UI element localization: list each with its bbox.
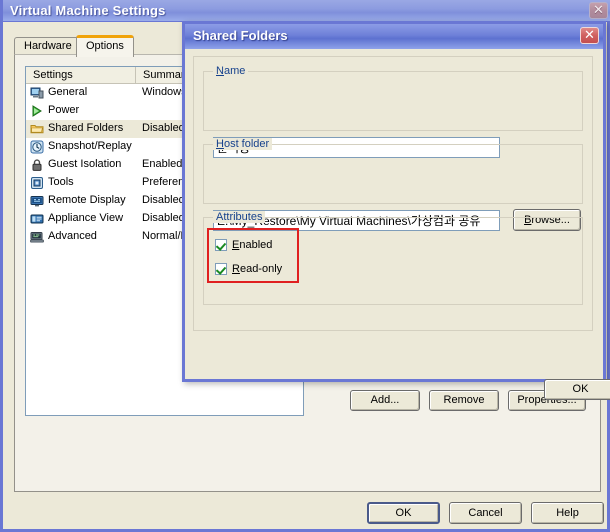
clock-icon [30,140,44,154]
list-item-label: General [48,86,88,98]
add-button[interactable]: Add... [350,390,420,411]
list-item-label: Advanced [48,230,97,242]
close-icon[interactable]: ✕ [589,2,608,19]
enabled-checkbox[interactable] [215,239,227,251]
dialog-body: Name 분석용 Host folder E:\My_Restore\My Vi… [185,49,603,379]
name-group: Name [203,65,583,131]
list-item-summary: Disabled [142,212,185,224]
list-item-summary: Disabled [142,122,185,134]
monitor-icon [30,194,44,208]
list-item-summary: Disabled [142,194,185,206]
readonly-checkbox-label: Read-only [232,263,283,275]
list-item-summary: Enabled, [142,158,186,170]
advanced-icon [30,230,44,244]
list-item-label: Appliance View [48,212,124,224]
list-item-label: Snapshot/Replay [48,140,132,152]
host-folder-group: Host folder [203,138,583,204]
appliance-icon [30,212,44,226]
enabled-checkbox-label: Enabled [232,239,273,251]
column-header-settings[interactable]: Settings [26,67,136,83]
main-window-title: Virtual Machine Settings [10,3,166,18]
dialog-ok-button[interactable]: OK [544,379,610,400]
list-item-label: Tools [48,176,74,188]
dialog-titlebar: Shared Folders ✕ [185,24,603,49]
main-cancel-button[interactable]: Cancel [449,502,522,524]
host-folder-group-legend: Host folder [213,138,273,150]
list-item-label: Shared Folders [48,122,124,134]
computer-icon [30,86,44,100]
list-item-label: Remote Display [48,194,126,206]
list-item-summary: Preferen [142,176,185,188]
main-window-titlebar: Virtual Machine Settings ✕ [3,0,610,22]
main-ok-button[interactable]: OK [367,502,440,524]
readonly-checkbox-row[interactable]: Read-only [215,263,282,275]
attributes-group: Attributes [203,211,583,305]
shared-folders-dialog: Shared Folders ✕ Name 분석용 Host folder E:… [182,21,610,400]
readonly-checkbox[interactable] [215,263,227,275]
name-group-legend: Name [213,65,249,77]
play-icon [30,104,44,118]
attributes-group-legend: Attributes [213,211,266,223]
folder-icon [30,122,44,136]
list-item-label: Power [48,104,80,116]
remove-button[interactable]: Remove [429,390,499,411]
lock-icon [30,158,44,172]
tools-icon [30,176,44,190]
tab-options[interactable]: Options [76,35,134,57]
enabled-checkbox-row[interactable]: Enabled [215,239,272,251]
list-item-label: Guest Isolation [48,158,122,170]
dialog-title: Shared Folders [193,28,288,43]
close-icon[interactable]: ✕ [580,27,599,44]
main-help-button[interactable]: Help [531,502,604,524]
list-item-summary: Windows [142,86,187,98]
